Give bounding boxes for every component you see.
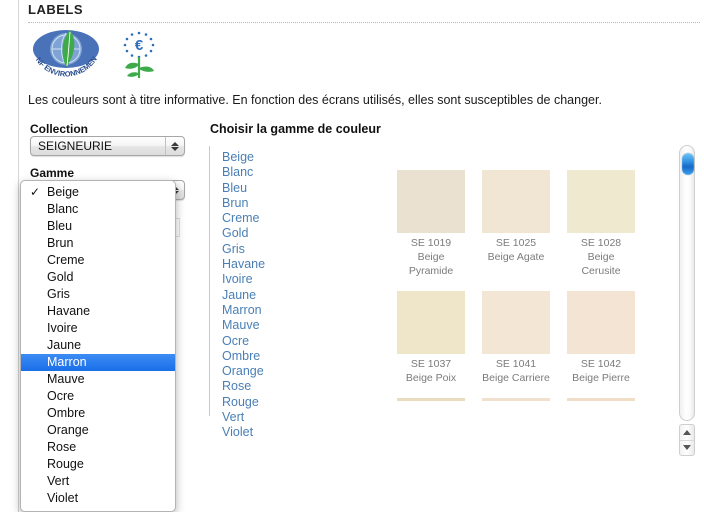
gamme-link-list: Beige Blanc Bleu Brun Creme Gold Gris Havane Ivo…	[222, 150, 302, 441]
swatch-code: SE 1028	[580, 237, 622, 249]
page-root: LABELS NF ENVIRONNEMENT	[0, 0, 704, 512]
swatch-name: Beige Agate	[487, 251, 545, 263]
swatch-code: SE 1025	[495, 237, 537, 249]
gamme-link-creme[interactable]: Creme	[222, 211, 302, 226]
swatch-cell[interactable]	[397, 398, 465, 401]
gamme-link-beige[interactable]: Beige	[222, 150, 302, 165]
gamme-link-ombre[interactable]: Ombre	[222, 349, 302, 364]
swatch-name: Beige Pyramide	[408, 251, 454, 277]
dropdown-item-bleu[interactable]: Bleu	[21, 218, 175, 235]
swatch-name: Beige Cerusite	[581, 251, 621, 277]
gamme-link-brun[interactable]: Brun	[222, 196, 302, 211]
updown-arrows-icon	[165, 137, 184, 155]
labels-logo-group: NF ENVIRONNEMENT €	[26, 27, 160, 79]
swatch-chip[interactable]	[482, 170, 550, 233]
dropdown-item-ombre[interactable]: Ombre	[21, 405, 175, 422]
swatch-chip[interactable]	[567, 398, 635, 401]
swatch-chip[interactable]	[397, 398, 465, 401]
dropdown-item-ocre[interactable]: Ocre	[21, 388, 175, 405]
swatch-chip[interactable]	[482, 291, 550, 354]
swatch-name: Beige Carriere	[482, 372, 550, 384]
collection-select-value: SEIGNEURIE	[38, 139, 113, 153]
swatch-row	[397, 398, 667, 401]
swatch-chip[interactable]	[567, 291, 635, 354]
dropdown-item-gold[interactable]: Gold	[21, 269, 175, 286]
dropdown-item-ivoire[interactable]: Ivoire	[21, 320, 175, 337]
scrollbar-buttons[interactable]	[679, 424, 695, 456]
swatch-row: SE 1037 Beige Poix SE 1041 Beige Carriere SE…	[397, 291, 667, 385]
page-left-border	[18, 0, 19, 512]
dropdown-item-orange[interactable]: Orange	[21, 422, 175, 439]
swatch-row: SE 1019 Beige Pyramide SE 1025 Beige Agate S…	[397, 170, 667, 278]
swatch-chip[interactable]	[567, 170, 635, 233]
gamme-dropdown-popup[interactable]: BeigeBlancBleuBrunCremeGoldGrisHavaneIvo…	[20, 180, 176, 512]
dropdown-item-blanc[interactable]: Blanc	[21, 201, 175, 218]
gamme-link-rouge[interactable]: Rouge	[222, 395, 302, 410]
swatch-cell[interactable]	[482, 398, 550, 401]
scrollbar-track[interactable]	[679, 145, 695, 421]
page-title: LABELS	[28, 2, 83, 17]
swatch-chip[interactable]	[397, 291, 465, 354]
dropdown-item-vert[interactable]: Vert	[21, 473, 175, 490]
swatch-row-gap	[397, 385, 667, 398]
collection-label: Collection	[30, 122, 89, 136]
dropdown-item-marron[interactable]: Marron	[21, 354, 175, 371]
gamme-link-ivoire[interactable]: Ivoire	[222, 272, 302, 287]
swatch-name: Beige Pierre	[572, 372, 630, 384]
scroll-up-icon[interactable]	[680, 425, 694, 441]
swatch-name: Beige Poix	[405, 372, 457, 384]
swatch-chip[interactable]	[482, 398, 550, 401]
gamme-label: Gamme	[30, 166, 75, 180]
choose-range-title: Choisir la gamme de couleur	[210, 122, 381, 136]
swatch-cell[interactable]: SE 1028 Beige Cerusite	[567, 170, 635, 278]
dropdown-item-jaune[interactable]: Jaune	[21, 337, 175, 354]
dropdown-item-gris[interactable]: Gris	[21, 286, 175, 303]
dropdown-item-rouge[interactable]: Rouge	[21, 456, 175, 473]
swatch-code: SE 1019	[410, 237, 452, 249]
gamme-link-gris[interactable]: Gris	[222, 242, 302, 257]
swatch-cell[interactable]: SE 1041 Beige Carriere	[482, 291, 550, 385]
gamme-link-rose[interactable]: Rose	[222, 379, 302, 394]
gamme-link-mauve[interactable]: Mauve	[222, 318, 302, 333]
swatch-cell[interactable]	[567, 398, 635, 401]
title-divider	[28, 22, 700, 23]
gamme-link-havane[interactable]: Havane	[222, 257, 302, 272]
gamme-link-marron[interactable]: Marron	[222, 303, 302, 318]
dropdown-item-creme[interactable]: Creme	[21, 252, 175, 269]
scrollbar-thumb[interactable]	[682, 153, 694, 175]
gamme-link-bleu[interactable]: Bleu	[222, 181, 302, 196]
gamme-link-vert[interactable]: Vert	[222, 410, 302, 425]
color-disclaimer-text: Les couleurs sont à titre informative. E…	[28, 93, 602, 107]
column-divider	[209, 146, 210, 416]
swatch-cell[interactable]: SE 1019 Beige Pyramide	[397, 170, 465, 278]
dropdown-item-brun[interactable]: Brun	[21, 235, 175, 252]
gamme-link-ocre[interactable]: Ocre	[222, 334, 302, 349]
swatch-code: SE 1042	[580, 358, 622, 370]
dropdown-item-beige[interactable]: Beige	[21, 184, 175, 201]
swatch-cell[interactable]: SE 1042 Beige Pierre	[567, 291, 635, 385]
gamme-link-jaune[interactable]: Jaune	[222, 288, 302, 303]
dropdown-item-mauve[interactable]: Mauve	[21, 371, 175, 388]
swatch-code: SE 1037	[410, 358, 452, 370]
svg-text:€: €	[135, 37, 144, 54]
swatch-cell[interactable]: SE 1037 Beige Poix	[397, 291, 465, 385]
dropdown-item-violet[interactable]: Violet	[21, 490, 175, 507]
gamme-link-blanc[interactable]: Blanc	[222, 165, 302, 180]
swatch-cell[interactable]: SE 1025 Beige Agate	[482, 170, 550, 278]
eu-ecolabel-logo: €	[123, 31, 155, 78]
dropdown-item-rose[interactable]: Rose	[21, 439, 175, 456]
gamme-link-violet[interactable]: Violet	[222, 425, 302, 440]
scroll-down-icon[interactable]	[680, 441, 694, 456]
color-swatch-grid: SE 1019 Beige Pyramide SE 1025 Beige Agate S…	[397, 170, 667, 401]
swatch-row-gap	[397, 278, 667, 291]
page-scrollbar[interactable]	[679, 145, 695, 456]
dropdown-item-havane[interactable]: Havane	[21, 303, 175, 320]
collection-select[interactable]: SEIGNEURIE	[30, 136, 185, 156]
gamme-link-orange[interactable]: Orange	[222, 364, 302, 379]
gamme-link-gold[interactable]: Gold	[222, 226, 302, 241]
swatch-chip[interactable]	[397, 170, 465, 233]
swatch-code: SE 1041	[495, 358, 537, 370]
nf-environnement-logo: NF ENVIRONNEMENT	[26, 27, 99, 79]
